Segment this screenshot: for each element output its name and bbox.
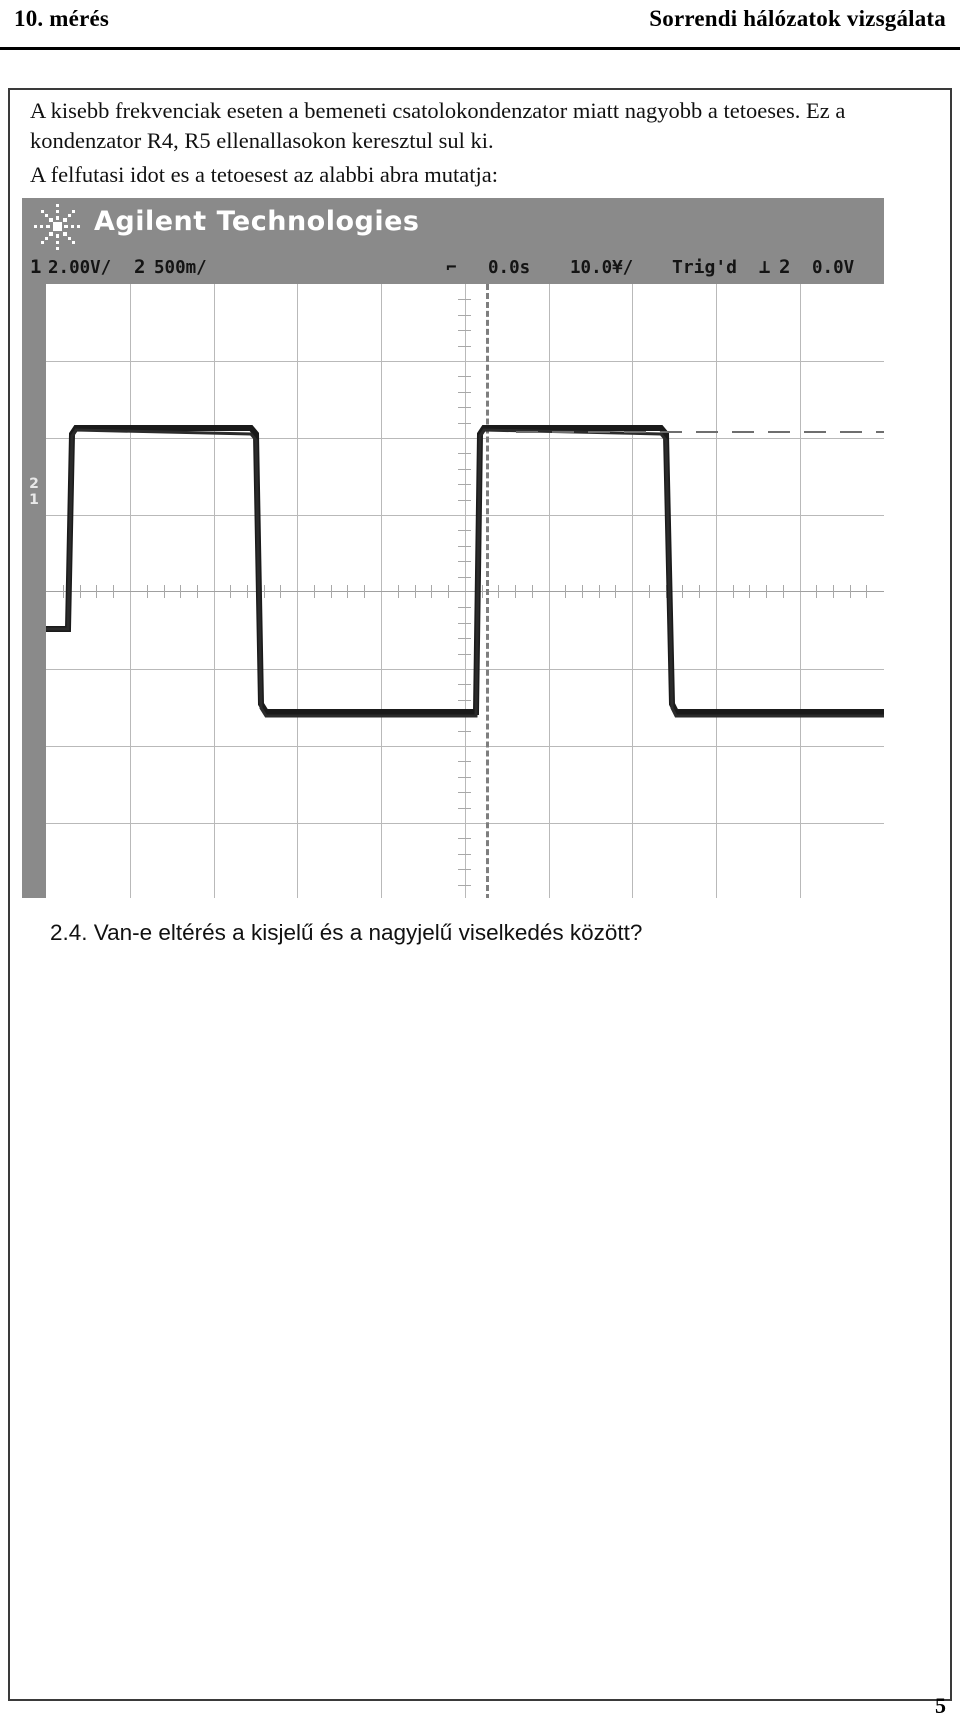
scope-logo-bar: Agilent Technologies [22, 198, 884, 256]
agilent-brand-label: Agilent Technologies [94, 206, 420, 237]
question-2-4: 2.4. Van-e eltérés a kisjelű és a nagyje… [50, 920, 643, 945]
graticule-area: 2 1 [22, 284, 884, 898]
trigger-level: 0.0V [812, 258, 855, 278]
paragraph-explanation: A kisebb frekvenciak eseten a bemeneti c… [30, 98, 846, 153]
channel-2-scale: 500m/ [154, 258, 207, 278]
trigger-delay: 0.0s [488, 258, 531, 278]
header-divider [0, 47, 960, 50]
paragraph-figure-intro: A felfutasi idot es a tetoesest az alabb… [30, 162, 498, 187]
agilent-star-icon [34, 204, 80, 250]
trigger-source: 2 [779, 256, 791, 278]
timebase-scale: 10.0¥/ [570, 258, 634, 278]
header-left-title: 10. mérés [14, 6, 110, 31]
channel-1-scale: 2.00V/ [48, 258, 112, 278]
scope-settings-bar: 1 2.00V/ 2 500m/ ⌐ 0.0s 10.0¥/ Trig'd ⊥ … [22, 256, 884, 282]
channel-2-number: 2 [134, 256, 146, 278]
channel-1-number: 1 [30, 256, 42, 278]
content-frame: A kisebb frekvenciak eseten a bemeneti c… [8, 88, 952, 1701]
graticule-sidebar: 2 1 [22, 284, 46, 898]
trigger-slope-icon: ⊥ [759, 256, 771, 278]
oscilloscope-screenshot: Agilent Technologies 1 2.00V/ 2 500m/ ⌐ … [22, 198, 884, 898]
page-header: 10. mérés Sorrendi hálózatok vizsgálata [0, 0, 960, 52]
time-reference-icon: ⌐ [446, 258, 457, 278]
page-number: 5 [935, 1693, 946, 1718]
waveform-channel-1 [46, 425, 884, 715]
trigger-status: Trig'd [672, 257, 738, 278]
graticule-grid [46, 284, 884, 898]
waveform-channel-2 [46, 428, 884, 718]
ground-marker-ch2: 2 [29, 476, 39, 492]
ground-marker-ch1: 1 [29, 492, 39, 508]
waveform-traces [46, 425, 884, 718]
header-right-title: Sorrendi hálózatok vizsgálata [649, 6, 946, 31]
